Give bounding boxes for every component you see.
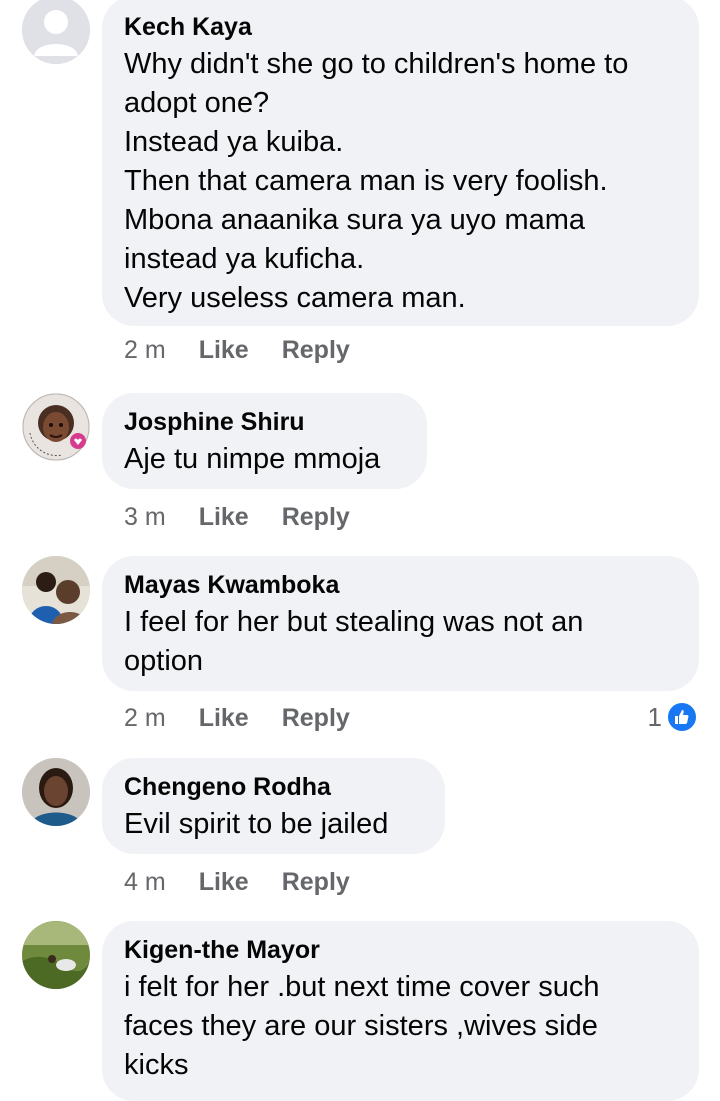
comment-text: I feel for her but stealing was not an o… [124,603,677,681]
reaction-summary[interactable]: 1 [648,701,698,733]
comment-text-line: Aje tu nimpe mmoja [124,443,381,475]
comment-text-line: kicks [124,1049,189,1081]
comment-text-line: i felt for her .but next time cover such [124,971,600,1003]
avatar[interactable] [22,758,90,826]
comment-text-line: option [124,645,204,677]
comment-timestamp[interactable]: 4 m [124,868,166,897]
comment-bubble: Chengeno Rodha Evil spirit to be jailed [102,758,445,854]
default-profile-icon [22,0,90,64]
avatar[interactable] [22,921,90,989]
comment-text-line: faces they are our sisters ,wives side [124,1010,598,1042]
comment-text: Evil spirit to be jailed [124,805,423,844]
reaction-count: 1 [647,701,662,732]
comment-text-line: Then that camera man is very foolish. [124,165,608,197]
profile-photo [22,393,90,461]
comment-author[interactable]: Josphine Shiru [124,407,405,437]
comment-author[interactable]: Chengeno Rodha [124,772,423,802]
comment-actions: 4 m Like Reply [124,868,350,897]
comment-author[interactable]: Mayas Kwamboka [124,570,677,600]
comment-text: Aje tu nimpe mmoja [124,440,405,479]
comment-actions: 3 m Like Reply [124,503,350,532]
reply-button[interactable]: Reply [282,704,350,733]
comment-text-line: Why didn't she go to children's home to [124,48,629,80]
avatar[interactable] [22,556,90,624]
comment-text-line: instead ya kuficha. [124,243,365,275]
avatar[interactable] [22,393,90,461]
comment-text-line: adopt one? [124,87,270,119]
comment-author[interactable]: Kigen-the Mayor [124,935,677,965]
thumbs-up-icon [666,701,698,733]
profile-photo [22,921,90,989]
comment-bubble: Kigen-the Mayor i felt for her .but next… [102,921,699,1101]
like-button[interactable]: Like [199,336,249,365]
profile-photo [22,556,90,624]
comment-bubble: Kech Kaya Why didn't she go to children'… [102,0,699,326]
comment-actions: 2 m Like Reply [124,336,350,365]
comment-timestamp[interactable]: 3 m [124,503,166,532]
comment-timestamp[interactable]: 2 m [124,336,166,365]
comment-author[interactable]: Kech Kaya [124,12,677,42]
comment-text: Why didn't she go to children's home to … [124,45,677,318]
comment-timestamp[interactable]: 2 m [124,704,166,733]
comment-text: i felt for her .but next time cover such… [124,968,677,1085]
comment-bubble: Mayas Kwamboka I feel for her but steali… [102,556,699,691]
reply-button[interactable]: Reply [282,336,350,365]
comment-text-line: I feel for her but stealing was not an [124,606,584,638]
like-button[interactable]: Like [199,503,249,532]
avatar[interactable] [22,0,90,64]
comment-text-line: Evil spirit to be jailed [124,808,389,840]
reply-button[interactable]: Reply [282,503,350,532]
like-button[interactable]: Like [199,704,249,733]
profile-photo [22,758,90,826]
comment-text-line: Mbona anaanika sura ya uyo mama [124,204,586,236]
comment-text-line: Instead ya kuiba. [124,126,344,158]
reply-button[interactable]: Reply [282,868,350,897]
comment-bubble: Josphine Shiru Aje tu nimpe mmoja [102,393,427,489]
comment-text-line: Very useless camera man. [124,282,466,314]
comment-actions: 2 m Like Reply [124,704,350,733]
like-button[interactable]: Like [199,868,249,897]
